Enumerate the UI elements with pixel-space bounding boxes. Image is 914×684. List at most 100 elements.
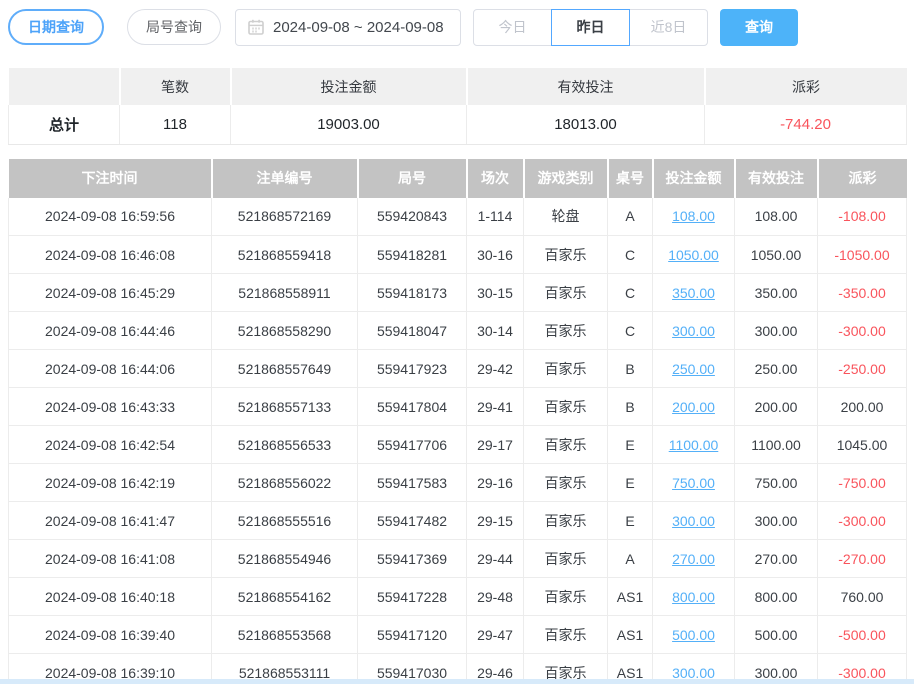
search-button[interactable]: 查询 <box>720 9 798 46</box>
calendar-icon <box>248 19 264 35</box>
round-id-cell: 559417120 <box>358 616 467 654</box>
bet-time-cell: 2024-09-08 16:44:06 <box>9 350 212 388</box>
session-cell: 29-42 <box>467 350 524 388</box>
round-id-cell: 559418173 <box>358 274 467 312</box>
table-no-cell: B <box>608 350 653 388</box>
table-row: 2024-09-08 16:44:06 521868557649 5594179… <box>9 350 907 388</box>
table-row: 2024-09-08 16:41:08 521868554946 5594173… <box>9 540 907 578</box>
bet-amount-link[interactable]: 750.00 <box>672 475 715 491</box>
valid-bet-cell: 108.00 <box>735 198 818 236</box>
round-id-cell: 559418047 <box>358 312 467 350</box>
summary-section: 笔数 投注金额 有效投注 派彩 总计 118 19003.00 18013.00… <box>8 68 906 145</box>
session-cell: 29-41 <box>467 388 524 426</box>
bet-id-cell: 521868559418 <box>212 236 358 274</box>
table-row: 2024-09-08 16:42:19 521868556022 5594175… <box>9 464 907 502</box>
round-id-cell: 559417482 <box>358 502 467 540</box>
summary-header-valid-bet: 有效投注 <box>467 68 705 105</box>
summary-table: 笔数 投注金额 有效投注 派彩 总计 118 19003.00 18013.00… <box>8 68 907 145</box>
bet-table-header-row: 下注时间 注单编号 局号 场次 游戏类别 桌号 投注金额 有效投注 派彩 <box>9 159 907 198</box>
payout-cell: -300.00 <box>818 502 907 540</box>
date-query-tab-button[interactable]: 日期查询 <box>8 9 104 45</box>
bet-amount-link[interactable]: 250.00 <box>672 361 715 377</box>
payout-cell: -108.00 <box>818 198 907 236</box>
payout-cell: -750.00 <box>818 464 907 502</box>
bet-time-cell: 2024-09-08 16:46:08 <box>9 236 212 274</box>
round-id-cell: 559420843 <box>358 198 467 236</box>
payout-cell: -300.00 <box>818 312 907 350</box>
date-range-value: 2024-09-08 ~ 2024-09-08 <box>273 19 444 36</box>
valid-bet-cell: 270.00 <box>735 540 818 578</box>
bet-amount-cell: 500.00 <box>653 616 735 654</box>
quick-today-button[interactable]: 今日 <box>473 9 552 46</box>
table-no-cell: E <box>608 464 653 502</box>
bet-amount-link[interactable]: 200.00 <box>672 399 715 415</box>
bet-id-cell: 521868556533 <box>212 426 358 464</box>
bet-records-table: 下注时间 注单编号 局号 场次 游戏类别 桌号 投注金额 有效投注 派彩 202… <box>8 159 907 684</box>
valid-bet-cell: 1100.00 <box>735 426 818 464</box>
summary-total-label: 总计 <box>9 105 120 144</box>
game-type-cell: 百家乐 <box>524 540 608 578</box>
bet-id-cell: 521868572169 <box>212 198 358 236</box>
table-no-cell: C <box>608 274 653 312</box>
session-cell: 29-16 <box>467 464 524 502</box>
header-game-type: 游戏类别 <box>524 159 608 198</box>
header-bet-amount: 投注金额 <box>653 159 735 198</box>
bet-amount-link[interactable]: 300.00 <box>672 513 715 529</box>
bet-amount-link[interactable]: 1050.00 <box>668 247 719 263</box>
payout-cell: -1050.00 <box>818 236 907 274</box>
table-row: 2024-09-08 16:40:18 521868554162 5594172… <box>9 578 907 616</box>
payout-cell: -350.00 <box>818 274 907 312</box>
round-id-cell: 559417923 <box>358 350 467 388</box>
round-query-tab-button[interactable]: 局号查询 <box>127 9 221 45</box>
game-type-cell: 百家乐 <box>524 350 608 388</box>
round-id-cell: 559417706 <box>358 426 467 464</box>
valid-bet-cell: 750.00 <box>735 464 818 502</box>
quick-yesterday-button[interactable]: 昨日 <box>551 9 630 46</box>
table-row: 2024-09-08 16:39:40 521868553568 5594171… <box>9 616 907 654</box>
table-no-cell: C <box>608 236 653 274</box>
game-type-cell: 百家乐 <box>524 236 608 274</box>
header-table-no: 桌号 <box>608 159 653 198</box>
bet-id-cell: 521868556022 <box>212 464 358 502</box>
bet-id-cell: 521868554162 <box>212 578 358 616</box>
bet-amount-link[interactable]: 108.00 <box>672 208 715 224</box>
valid-bet-cell: 350.00 <box>735 274 818 312</box>
table-row: 2024-09-08 16:44:46 521868558290 5594180… <box>9 312 907 350</box>
summary-total-count: 118 <box>120 105 231 144</box>
round-id-cell: 559417804 <box>358 388 467 426</box>
bet-amount-link[interactable]: 500.00 <box>672 627 715 643</box>
summary-total-valid-bet: 18013.00 <box>467 105 705 144</box>
round-id-cell: 559418281 <box>358 236 467 274</box>
payout-cell: 200.00 <box>818 388 907 426</box>
payout-cell: 1045.00 <box>818 426 907 464</box>
bet-id-cell: 521868558290 <box>212 312 358 350</box>
game-type-cell: 百家乐 <box>524 312 608 350</box>
bet-amount-link[interactable]: 270.00 <box>672 551 715 567</box>
bet-amount-link[interactable]: 350.00 <box>672 285 715 301</box>
bet-time-cell: 2024-09-08 16:42:19 <box>9 464 212 502</box>
game-type-cell: 百家乐 <box>524 464 608 502</box>
bet-time-cell: 2024-09-08 16:44:46 <box>9 312 212 350</box>
bet-time-cell: 2024-09-08 16:40:18 <box>9 578 212 616</box>
table-no-cell: E <box>608 426 653 464</box>
summary-total-row: 总计 118 19003.00 18013.00 -744.20 <box>9 105 907 144</box>
table-row: 2024-09-08 16:41:47 521868555516 5594174… <box>9 502 907 540</box>
summary-total-bet-amount: 19003.00 <box>231 105 467 144</box>
bet-id-cell: 521868557649 <box>212 350 358 388</box>
valid-bet-cell: 300.00 <box>735 312 818 350</box>
payout-cell: 760.00 <box>818 578 907 616</box>
bet-id-cell: 521868555516 <box>212 502 358 540</box>
horizontal-scrollbar[interactable] <box>0 679 914 684</box>
table-no-cell: A <box>608 540 653 578</box>
table-no-cell: B <box>608 388 653 426</box>
quick-last8days-button[interactable]: 近8日 <box>629 9 708 46</box>
date-range-input[interactable]: 2024-09-08 ~ 2024-09-08 <box>235 9 461 46</box>
bet-time-cell: 2024-09-08 16:59:56 <box>9 198 212 236</box>
round-id-cell: 559417228 <box>358 578 467 616</box>
session-cell: 1-114 <box>467 198 524 236</box>
session-cell: 29-15 <box>467 502 524 540</box>
bet-amount-link[interactable]: 1100.00 <box>669 437 719 453</box>
bet-amount-link[interactable]: 800.00 <box>672 589 715 605</box>
bet-amount-link[interactable]: 300.00 <box>672 323 715 339</box>
bet-time-cell: 2024-09-08 16:45:29 <box>9 274 212 312</box>
